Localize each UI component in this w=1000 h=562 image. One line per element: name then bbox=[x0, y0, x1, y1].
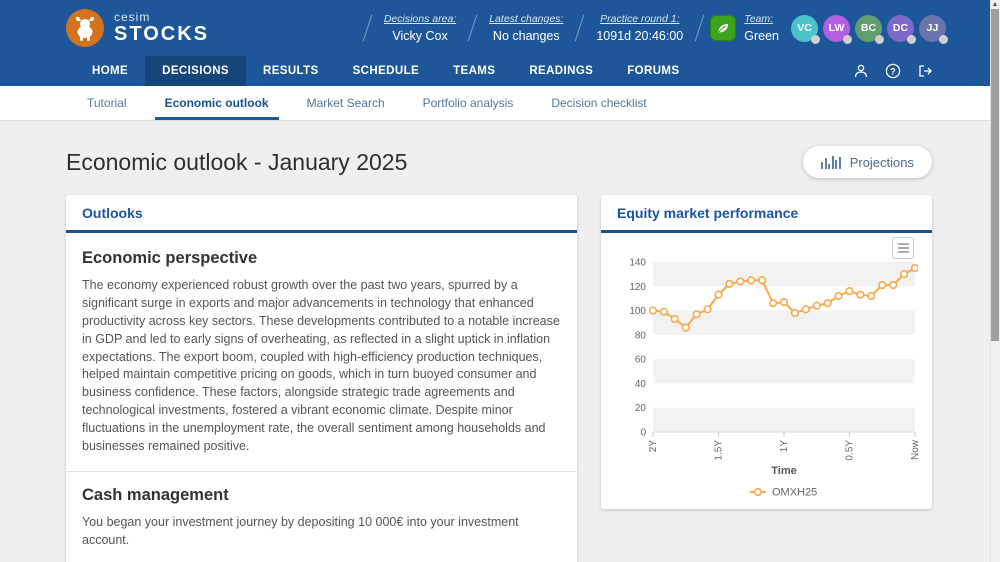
practice-round-timer: 1091d 20:46:00 bbox=[596, 29, 683, 43]
practice-round-label: Practice round 1: bbox=[596, 13, 683, 25]
sub-nav: Tutorial Economic outlook Market Search … bbox=[0, 86, 1000, 121]
team-label: Team: bbox=[744, 13, 779, 25]
svg-text:Time: Time bbox=[771, 465, 796, 477]
decisions-area-info: Decisions area: Vicky Cox bbox=[374, 13, 466, 43]
nav-schedule[interactable]: SCHEDULE bbox=[336, 56, 436, 86]
divider bbox=[575, 15, 585, 42]
cash-management-heading: Cash management bbox=[82, 486, 561, 505]
latest-changes-value: No changes bbox=[489, 29, 563, 43]
divider bbox=[468, 15, 478, 42]
decisions-area-value: Vicky Cox bbox=[384, 29, 456, 43]
subnav-decision-checklist[interactable]: Decision checklist bbox=[539, 86, 658, 120]
team-name: Green bbox=[744, 29, 779, 43]
avatar-initials: BC bbox=[861, 22, 876, 34]
svg-text:2Y: 2Y bbox=[648, 440, 659, 453]
equity-line-chart: 0 20 40 60 80 100 120 140 2Y 1.5Y 1Y 0.5Y Now Time OMX… bbox=[615, 236, 918, 504]
nav-forums[interactable]: FORUMS bbox=[610, 56, 696, 86]
decisions-area-label: Decisions area: bbox=[384, 13, 456, 25]
avatar-vc[interactable]: VC bbox=[791, 15, 818, 42]
svg-text:80: 80 bbox=[635, 330, 647, 341]
practice-round-info: Practice round 1: 1091d 20:46:00 bbox=[586, 13, 693, 43]
latest-changes-info: Latest changes: No changes bbox=[479, 13, 573, 43]
nav-readings[interactable]: READINGS bbox=[512, 56, 610, 86]
avatar-initials: VC bbox=[797, 22, 812, 34]
projections-label: Projections bbox=[850, 155, 914, 170]
app-header: cesim STOCKS Decisions area: Vicky Cox L… bbox=[0, 0, 1000, 56]
equity-performance-card: Equity market performance 0 20 40 60 80 100 12… bbox=[601, 195, 932, 509]
brand-product: STOCKS bbox=[114, 23, 209, 45]
subnav-tutorial[interactable]: Tutorial bbox=[75, 86, 139, 120]
subnav-portfolio-analysis[interactable]: Portfolio analysis bbox=[411, 86, 526, 120]
nav-home[interactable]: HOME bbox=[75, 56, 145, 86]
svg-text:OMXH25: OMXH25 bbox=[772, 487, 817, 499]
team-block: Team: Green bbox=[706, 13, 787, 43]
subnav-market-search[interactable]: Market Search bbox=[295, 86, 397, 120]
brand-logo[interactable]: cesim STOCKS bbox=[66, 9, 209, 47]
brand-cesim: cesim bbox=[114, 11, 209, 23]
page-title: Economic outlook - January 2025 bbox=[66, 149, 407, 176]
svg-text:100: 100 bbox=[629, 306, 646, 317]
svg-text:60: 60 bbox=[635, 355, 647, 366]
avatar-initials: DC bbox=[893, 22, 908, 34]
latest-changes-label: Latest changes: bbox=[489, 13, 563, 25]
page-content: Economic outlook - January 2025 Projecti… bbox=[0, 146, 1000, 562]
status-dot bbox=[907, 35, 916, 44]
svg-text:140: 140 bbox=[629, 258, 646, 269]
svg-text:0: 0 bbox=[640, 428, 646, 439]
nav-teams[interactable]: TEAMS bbox=[436, 56, 512, 86]
svg-text:40: 40 bbox=[635, 379, 647, 390]
nav-results[interactable]: RESULTS bbox=[246, 56, 336, 86]
chart-context-menu-icon[interactable] bbox=[892, 237, 914, 259]
logout-icon[interactable] bbox=[917, 63, 934, 79]
outlooks-card-title: Outlooks bbox=[66, 195, 577, 233]
main-nav: HOME DECISIONS RESULTS SCHEDULE TEAMS RE… bbox=[0, 56, 1000, 86]
outlooks-card: Outlooks Economic perspective The econom… bbox=[66, 195, 577, 562]
avatar-jj[interactable]: JJ bbox=[919, 15, 946, 42]
avatar-bc[interactable]: BC bbox=[855, 15, 882, 42]
section-divider bbox=[66, 471, 577, 472]
scrollbar-up-arrow[interactable]: ▲ bbox=[991, 0, 999, 9]
team-leaf-icon bbox=[710, 15, 736, 41]
status-dot bbox=[939, 35, 948, 44]
svg-text:Now: Now bbox=[910, 439, 918, 460]
cash-management-text: You began your investment journey by dep… bbox=[82, 514, 561, 550]
svg-text:1Y: 1Y bbox=[779, 440, 790, 453]
svg-text:0.5Y: 0.5Y bbox=[845, 440, 856, 461]
svg-text:120: 120 bbox=[629, 282, 646, 293]
avatar-lw[interactable]: LW bbox=[823, 15, 850, 42]
svg-text:1.5Y: 1.5Y bbox=[714, 440, 725, 461]
projections-button[interactable]: Projections bbox=[803, 146, 932, 178]
profile-icon[interactable] bbox=[853, 63, 869, 79]
equity-chart: 0 20 40 60 80 100 120 140 2Y 1.5Y 1Y 0.5Y Now Time OMX… bbox=[601, 233, 932, 509]
status-dot bbox=[875, 35, 884, 44]
scrollbar-track[interactable]: ▲ bbox=[990, 0, 1000, 562]
avatar-dc[interactable]: DC bbox=[887, 15, 914, 42]
scrollbar-thumb[interactable] bbox=[991, 9, 999, 341]
bar-chart-icon bbox=[821, 156, 841, 169]
brand-wordmark: cesim STOCKS bbox=[114, 11, 209, 45]
equity-card-title: Equity market performance bbox=[601, 195, 932, 233]
cesim-bull-logo-icon bbox=[66, 9, 104, 47]
svg-text:20: 20 bbox=[635, 403, 647, 414]
avatar-initials: LW bbox=[829, 22, 845, 34]
status-dot bbox=[811, 35, 820, 44]
team-avatars: VC LW BC DC JJ bbox=[791, 15, 946, 42]
subnav-economic-outlook[interactable]: Economic outlook bbox=[153, 86, 281, 120]
svg-text:?: ? bbox=[890, 66, 896, 76]
app-window: cesim STOCKS Decisions area: Vicky Cox L… bbox=[0, 0, 1000, 562]
divider bbox=[695, 15, 705, 42]
economic-perspective-heading: Economic perspective bbox=[82, 249, 561, 268]
status-dot bbox=[843, 35, 852, 44]
economic-perspective-text: The economy experienced robust growth ov… bbox=[82, 277, 561, 456]
help-icon[interactable]: ? bbox=[885, 63, 901, 79]
nav-decisions[interactable]: DECISIONS bbox=[145, 56, 246, 86]
avatar-initials: JJ bbox=[927, 22, 939, 34]
divider bbox=[363, 15, 373, 42]
header-status-area: Decisions area: Vicky Cox Latest changes… bbox=[361, 13, 946, 43]
